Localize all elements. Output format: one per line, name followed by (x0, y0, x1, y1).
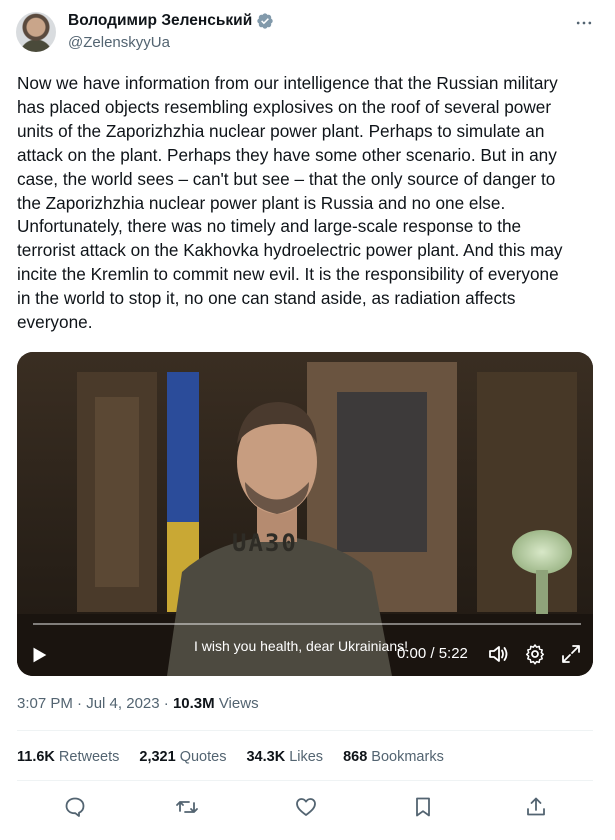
share-icon[interactable] (524, 795, 548, 819)
bookmarks-count: 868 (343, 749, 368, 765)
divider (17, 780, 593, 781)
video-progress-bar[interactable] (33, 623, 581, 625)
bookmark-icon[interactable] (411, 795, 435, 819)
likes-label: Likes (285, 749, 324, 765)
video-caption: I wish you health, dear Ukrainians! (194, 638, 408, 654)
tweet-actions (17, 795, 593, 821)
views-label: Views (214, 695, 259, 712)
avatar[interactable] (16, 12, 56, 52)
author-name-row: Володимир Зеленський (68, 12, 274, 30)
meta-separator: · (72, 695, 87, 712)
meta-separator: · (159, 695, 173, 712)
shirt-print: UA30 (232, 529, 298, 557)
bookmarks-label: Bookmarks (367, 749, 444, 765)
retweet-icon[interactable] (175, 795, 199, 819)
verified-badge-icon (257, 13, 273, 29)
retweets-label: Retweets (54, 749, 120, 765)
more-options-button[interactable] (573, 12, 595, 34)
play-icon[interactable] (28, 644, 50, 666)
views-count: 10.3M (172, 695, 215, 712)
author-name[interactable]: Володимир Зеленський (68, 12, 252, 30)
fullscreen-icon[interactable] (559, 642, 583, 666)
reply-icon[interactable] (63, 795, 87, 819)
bookmarks-stat[interactable]: 868 Bookmarks (343, 749, 444, 765)
quotes-label: Quotes (175, 749, 227, 765)
like-icon[interactable] (294, 795, 318, 819)
retweets-stat[interactable]: 11.6K Retweets (17, 749, 119, 765)
tweet-date[interactable]: Jul 4, 2023 (86, 695, 159, 712)
likes-count: 34.3K (246, 749, 286, 765)
video-frame (17, 352, 593, 676)
tweet-meta: 3:07 PM · Jul 4, 2023 · 10.3M Views (17, 695, 259, 712)
tweet-time[interactable]: 3:07 PM (17, 695, 73, 712)
tweet-header: Володимир Зеленський @ZelenskyyUa (16, 10, 599, 58)
video-time: 0:00 / 5:22 (397, 645, 468, 662)
volume-icon[interactable] (486, 642, 510, 666)
tweet-stats: 11.6K Retweets 2,321 Quotes 34.3K Likes … (17, 749, 444, 765)
author-handle[interactable]: @ZelenskyyUa (68, 34, 170, 51)
quotes-count: 2,321 (139, 749, 176, 765)
quotes-stat[interactable]: 2,321 Quotes (139, 749, 226, 765)
more-icon (576, 21, 592, 25)
divider (17, 730, 593, 731)
settings-icon[interactable] (523, 642, 547, 666)
tweet-text: Now we have information from our intelli… (17, 73, 563, 333)
retweets-count: 11.6K (17, 749, 55, 765)
video-player[interactable]: UA30 (17, 352, 593, 676)
likes-stat[interactable]: 34.3K Likes (246, 749, 323, 765)
